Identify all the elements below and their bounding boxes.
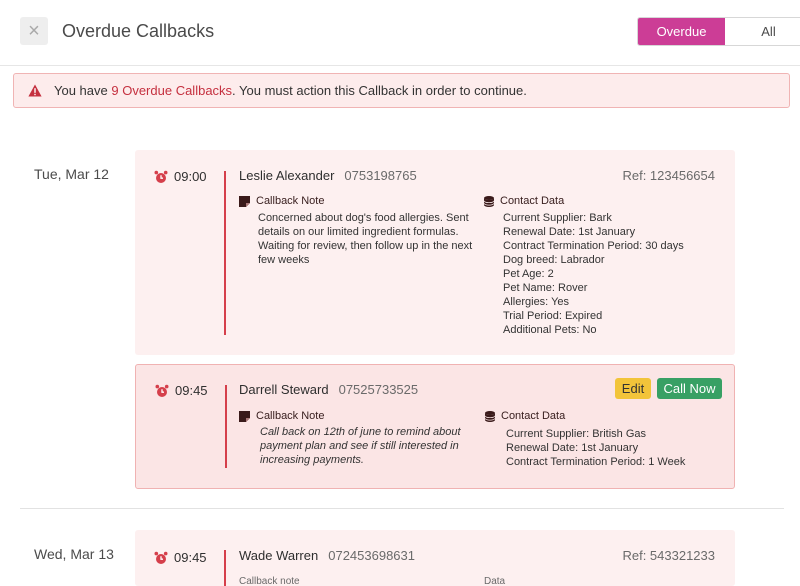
header-bar: × Overdue Callbacks Overdue All	[0, 0, 800, 66]
contact-name-row: Leslie Alexander 0753198765	[239, 168, 417, 183]
contact-data-heading: Contact Data	[485, 410, 565, 422]
contact-line: Dog breed: Labrador	[503, 254, 605, 266]
close-icon: ×	[28, 19, 40, 42]
date-label: Wed, Mar 13	[34, 546, 114, 562]
callback-ref: Ref: 123456654	[622, 168, 715, 183]
contact-phone[interactable]: 072453698631	[328, 548, 415, 563]
callback-card-active: 09:45 Darrell Steward 07525733525 Edit Ca…	[135, 364, 735, 489]
database-icon	[484, 195, 494, 207]
callback-note-text: Concerned about dog's food allergies. Se…	[258, 211, 478, 267]
contact-title: Contact Data	[500, 195, 565, 207]
callback-card: 09:45 Wade Warren 072453698631 Ref: 54332…	[135, 530, 735, 586]
contact-line: Additional Pets: No	[503, 324, 597, 336]
callback-time: 09:00	[154, 169, 207, 184]
contact-line: Allergies: Yes	[503, 296, 570, 308]
timeline-line	[224, 550, 226, 586]
contact-phone[interactable]: 0753198765	[344, 168, 416, 183]
callback-note-heading: Callback Note	[239, 195, 324, 207]
contact-line: Pet Name: Rover	[503, 282, 588, 294]
contact-line: Renewal Date: 1st January	[503, 226, 636, 238]
contact-phone[interactable]: 07525733525	[339, 382, 419, 397]
note-line: Concerned about dog's food allergies. Se…	[258, 212, 469, 224]
contact-title: Contact Data	[501, 410, 566, 422]
page-title: Overdue Callbacks	[62, 21, 215, 41]
time-label: 09:00	[174, 169, 207, 184]
warning-triangle-icon	[28, 84, 42, 97]
contact-data-list: Current Supplier: Bark Renewal Date: 1st…	[503, 211, 684, 337]
database-icon	[485, 410, 495, 422]
contact-data-list: Current Supplier: British Gas Renewal Da…	[506, 427, 685, 469]
contact-line: Renewal Date: 1st January	[506, 442, 639, 454]
alarm-clock-icon	[155, 384, 169, 397]
overdue-alert: You have 9 Overdue Callbacks. You must a…	[13, 73, 790, 108]
contact-name-row: Wade Warren 072453698631	[239, 548, 415, 563]
date-label: Tue, Mar 12	[34, 166, 109, 182]
callback-time: 09:45	[154, 550, 207, 565]
contact-line: Contract Termination Period: 1 Week	[506, 456, 686, 468]
filter-all-button[interactable]: All	[725, 18, 800, 45]
note-title: Callback Note	[256, 410, 325, 422]
alert-suffix: . You must action this Callback in order…	[232, 83, 527, 98]
timeline-line	[224, 171, 226, 335]
note-icon	[239, 195, 250, 207]
filter-toggle: Overdue All	[637, 17, 800, 46]
contact-name: Leslie Alexander	[239, 168, 335, 183]
note-line: details on our limited ingredient formul…	[258, 226, 459, 238]
close-button[interactable]: ×	[20, 17, 48, 45]
group-divider	[20, 508, 784, 509]
callback-time: 09:45	[155, 383, 208, 398]
alarm-clock-icon	[154, 551, 168, 564]
note-title: Callback note	[239, 576, 300, 586]
note-line: Call back on 12th of june to remind abou…	[260, 426, 461, 438]
overdue-count-link[interactable]: 9 Overdue Callbacks	[111, 83, 232, 98]
note-title: Callback Note	[256, 195, 325, 207]
alarm-clock-icon	[154, 170, 168, 183]
note-line: few weeks	[258, 254, 310, 266]
alert-prefix: You have	[54, 83, 108, 98]
contact-title: Data	[484, 576, 506, 586]
note-line: Waiting for review, then follow up in th…	[258, 240, 473, 252]
time-label: 09:45	[174, 550, 207, 565]
contact-line: Current Supplier: Bark	[503, 212, 612, 224]
callback-ref: Ref: 543321233	[622, 548, 715, 563]
contact-line: Trial Period: Expired	[503, 310, 603, 322]
call-now-button[interactable]: Call Now	[657, 378, 722, 399]
note-icon	[239, 410, 250, 422]
edit-button[interactable]: Edit	[615, 378, 651, 399]
callback-note-heading: Callback Note	[239, 410, 324, 422]
callback-note-text: Call back on 12th of june to remind abou…	[260, 425, 480, 467]
filter-overdue-button[interactable]: Overdue	[638, 18, 725, 45]
contact-line: Current Supplier: British Gas	[506, 428, 646, 440]
callback-card: 09:00 Leslie Alexander 0753198765 Ref: 12…	[135, 150, 735, 355]
contact-data-heading: Contact Data	[484, 195, 564, 207]
contact-line: Contract Termination Period: 30 days	[503, 240, 684, 252]
time-label: 09:45	[175, 383, 208, 398]
note-line: payment plan and see if still interested…	[260, 440, 459, 452]
timeline-line	[225, 385, 227, 468]
contact-name-row: Darrell Steward 07525733525	[239, 382, 418, 397]
contact-name: Darrell Steward	[239, 382, 329, 397]
contact-name: Wade Warren	[239, 548, 319, 563]
note-line: increasing payments.	[260, 454, 364, 466]
contact-line: Pet Age: 2	[503, 268, 554, 280]
